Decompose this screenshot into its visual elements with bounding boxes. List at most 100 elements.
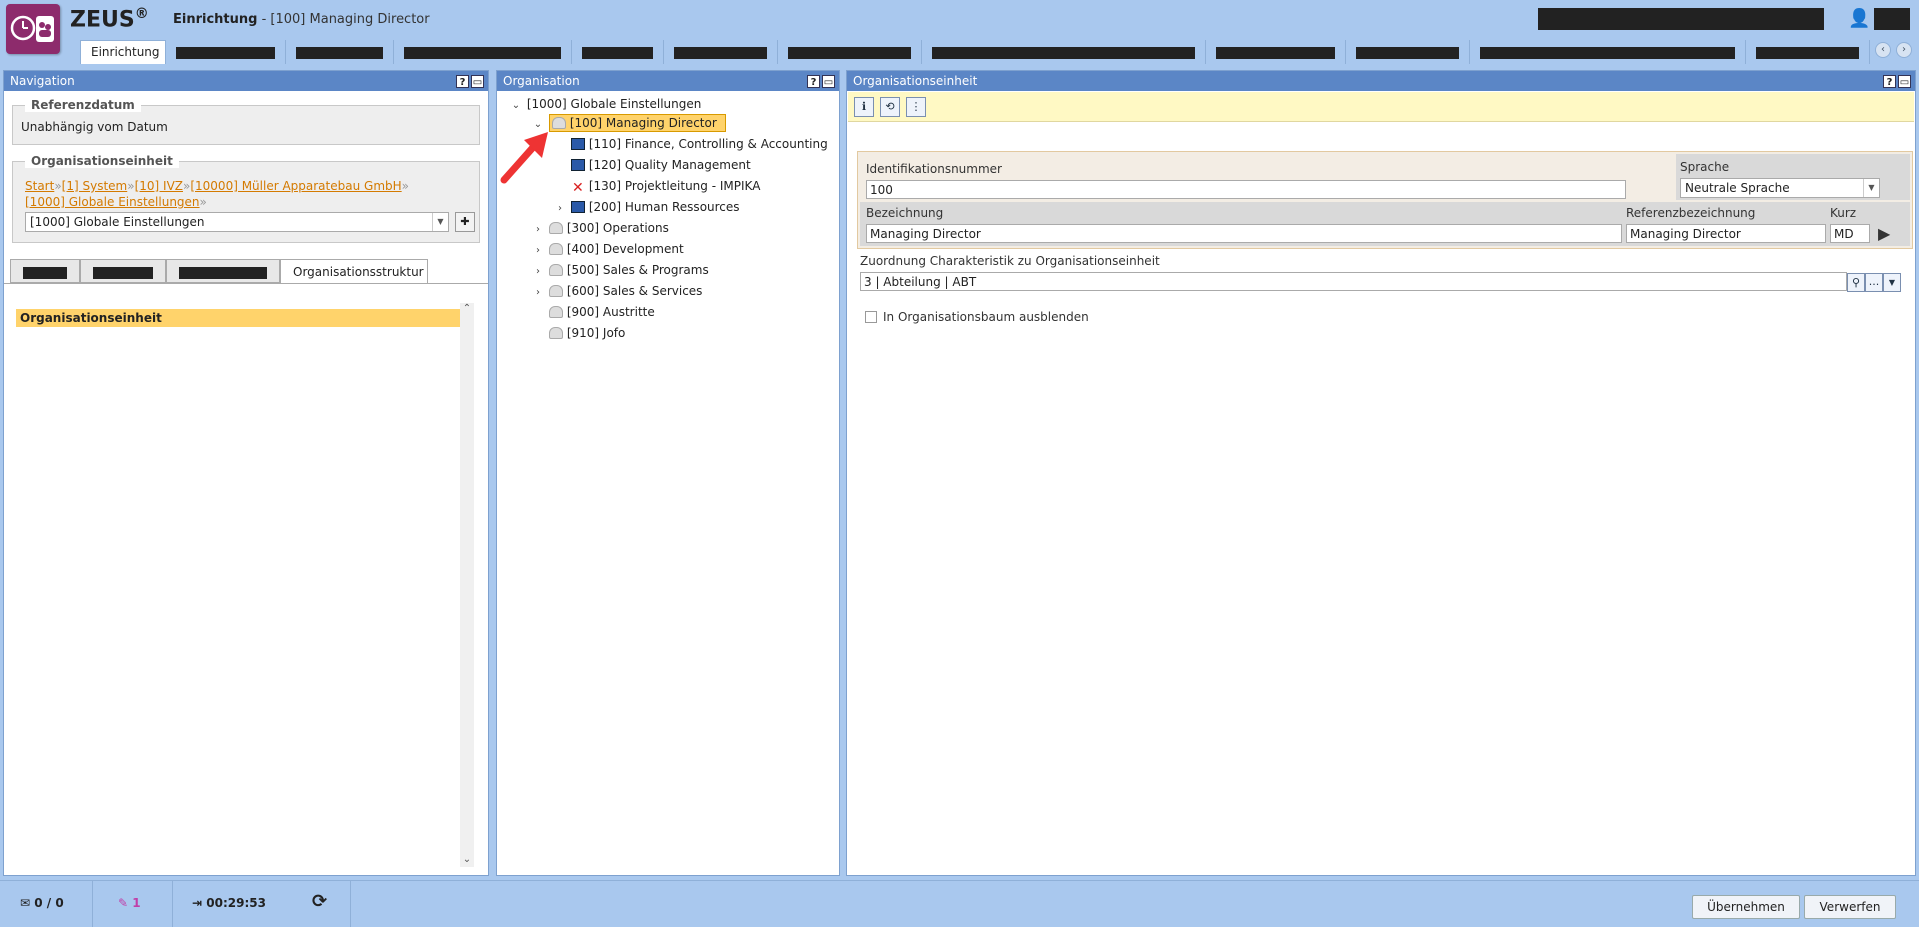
edits-counter[interactable]: ✎ 1 xyxy=(118,896,141,910)
chevron-down-icon[interactable]: ▼ xyxy=(1863,179,1879,197)
tab-redacted-2[interactable] xyxy=(286,40,394,64)
help-icon[interactable]: ? xyxy=(456,75,469,88)
nav-tab-redacted-3[interactable] xyxy=(166,259,280,283)
refresh-icon[interactable]: ⟳ xyxy=(312,891,327,912)
tab-redacted-8[interactable] xyxy=(1206,40,1346,64)
tree-node[interactable]: › [400] Development xyxy=(531,240,684,258)
orgeinheit-select[interactable]: [1000] Globale Einstellungen ▼ xyxy=(25,212,449,232)
zuordnung-input[interactable]: 3 | Abteilung | ABT xyxy=(860,272,1847,291)
nav-tab-redacted-2[interactable] xyxy=(80,259,166,283)
breadcrumb-system[interactable]: [1] System xyxy=(62,179,128,193)
maximize-icon[interactable]: ▭ xyxy=(822,75,835,88)
maximize-icon[interactable]: ▭ xyxy=(471,75,484,88)
expand-icon[interactable]: ⌄ xyxy=(509,97,523,115)
department-icon xyxy=(570,201,585,213)
sprache-select[interactable]: Neutrale Sprache ▼ xyxy=(1680,178,1880,198)
breadcrumb-company[interactable]: [10000] Müller Apparatebau GmbH xyxy=(190,179,401,193)
tab-redacted-7[interactable] xyxy=(922,40,1206,64)
expand-icon[interactable]: › xyxy=(553,200,567,218)
tree-node[interactable]: › [500] Sales & Programs xyxy=(531,261,709,279)
expand-icon[interactable]: › xyxy=(531,284,545,302)
expand-icon[interactable]: › xyxy=(531,221,545,239)
referenzdatum-value: Unabhängig vom Datum xyxy=(21,120,168,134)
user-icon[interactable]: 👤 xyxy=(1848,8,1870,29)
organisation-panel: Organisation ? ▭ ⌄ [1000] Globale Einstel… xyxy=(496,70,840,876)
app-header: ZEUS® Einrichtung - [100] Managing Direc… xyxy=(0,0,1919,54)
org-unit-icon xyxy=(548,327,563,339)
help-icon[interactable]: ? xyxy=(807,75,820,88)
maximize-icon[interactable]: ▭ xyxy=(1898,75,1911,88)
page-title: Einrichtung - [100] Managing Director xyxy=(173,12,430,27)
ausblenden-label: In Organisationsbaum ausblenden xyxy=(883,310,1089,324)
logout-icon[interactable]: ⇥ xyxy=(192,896,202,910)
tree-node[interactable]: [110] Finance, Controlling & Accounting xyxy=(553,135,828,153)
tree-node[interactable]: › [300] Operations xyxy=(531,219,669,237)
tab-redacted-4[interactable] xyxy=(572,40,664,64)
organisation-panel-header: Organisation ? ▭ xyxy=(497,71,839,91)
tree-node[interactable]: › [600] Sales & Services xyxy=(531,282,702,300)
module-tab-bar: Einrichtung xyxy=(80,40,1890,64)
edit-icon: ✎ xyxy=(118,896,129,910)
expand-icon[interactable]: › xyxy=(531,263,545,281)
referenzdatum-group: Referenzdatum Unabhängig vom Datum xyxy=(12,98,480,145)
kurz-label: Kurz xyxy=(1830,206,1857,220)
chevron-down-icon[interactable]: ▼ xyxy=(432,213,448,231)
scroll-down-icon[interactable]: ⌄ xyxy=(460,854,474,865)
bezeichnung-input[interactable]: Managing Director xyxy=(866,224,1622,243)
tab-organisationsstruktur[interactable]: Organisationsstruktur xyxy=(280,259,428,283)
info-icon[interactable]: ℹ xyxy=(854,97,874,117)
ausblenden-checkbox[interactable] xyxy=(865,311,877,323)
tab-redacted-10[interactable] xyxy=(1470,40,1746,64)
nav-tab-redacted-1[interactable] xyxy=(10,259,80,283)
tab-redacted-9[interactable] xyxy=(1346,40,1470,64)
hierarchy-icon[interactable]: ⋮ xyxy=(906,97,926,117)
mail-icon: ✉ xyxy=(20,896,31,910)
org-unit-icon xyxy=(548,222,563,234)
search-box-redacted[interactable] xyxy=(1538,8,1824,30)
detail-toolbar: ℹ ⟲ ⋮ xyxy=(848,92,1914,122)
tab-redacted-6[interactable] xyxy=(778,40,922,64)
detail-panel-header: Organisationseinheit ? ▭ xyxy=(847,71,1915,91)
breadcrumb-ivz[interactable]: [10] IVZ xyxy=(135,179,183,193)
zeus-logo[interactable] xyxy=(6,4,60,54)
tab-redacted-11[interactable] xyxy=(1746,40,1870,64)
navigation-panel: Navigation ? ▭ Referenzdatum Unabhängig v… xyxy=(3,70,489,876)
zuordnung-label: Zuordnung Charakteristik zu Organisation… xyxy=(860,254,1160,268)
messages-counter[interactable]: ✉ 0 / 0 xyxy=(20,896,64,910)
tree-node[interactable]: ✕ [130] Projektleitung - IMPIKA xyxy=(553,177,760,195)
brand-name: ZEUS® xyxy=(70,6,149,33)
tab-scroll-right-icon[interactable]: › xyxy=(1896,42,1912,58)
help-icon[interactable]: ? xyxy=(1883,75,1896,88)
user-menu-redacted[interactable] xyxy=(1874,8,1910,30)
tab-einrichtung[interactable]: Einrichtung xyxy=(80,40,166,64)
tab-redacted-1[interactable] xyxy=(166,40,286,64)
tree-node[interactable]: ⌄ [1000] Globale Einstellungen xyxy=(509,95,702,115)
breadcrumb: Start»[1] System»[10] IVZ»[10000] Müller… xyxy=(25,179,409,209)
tree-node-selected[interactable]: ⌄ [100] Managing Director xyxy=(531,114,726,132)
discard-button[interactable]: Verwerfen xyxy=(1804,895,1896,919)
tab-redacted-3[interactable] xyxy=(394,40,572,64)
more-button[interactable]: ... xyxy=(1865,273,1883,292)
breadcrumb-global[interactable]: [1000] Globale Einstellungen xyxy=(25,195,200,209)
expand-right-icon[interactable]: ▶ xyxy=(1878,224,1890,243)
tab-scroll-left-icon[interactable]: ‹ xyxy=(1875,42,1891,58)
scrollbar[interactable]: ⌃ ⌄ xyxy=(460,303,474,867)
tree-node[interactable]: › [200] Human Ressources xyxy=(553,198,740,216)
apply-button[interactable]: Übernehmen xyxy=(1692,895,1800,919)
chevron-down-icon[interactable]: ▼ xyxy=(1883,273,1901,292)
scroll-up-icon[interactable]: ⌃ xyxy=(460,303,474,314)
tree-node[interactable]: [900] Austritte xyxy=(531,303,655,321)
kurz-input[interactable]: MD xyxy=(1830,224,1870,243)
expand-icon[interactable]: › xyxy=(531,242,545,260)
bezeichnung-label: Bezeichnung xyxy=(866,206,944,220)
breadcrumb-start[interactable]: Start xyxy=(25,179,54,193)
tab-redacted-5[interactable] xyxy=(664,40,778,64)
history-icon[interactable]: ⟲ xyxy=(880,97,900,117)
id-input[interactable]: 100 xyxy=(866,180,1626,199)
tree-node[interactable]: [910] Jofo xyxy=(531,324,625,342)
pin-icon[interactable]: ✚ xyxy=(455,212,475,232)
orgeinheit-group: Organisationseinheit Start»[1] System»[1… xyxy=(12,154,480,243)
tree-node[interactable]: [120] Quality Management xyxy=(553,156,751,174)
referenz-input[interactable]: Managing Director xyxy=(1626,224,1826,243)
lookup-icon[interactable]: ⚲ xyxy=(1847,273,1865,292)
